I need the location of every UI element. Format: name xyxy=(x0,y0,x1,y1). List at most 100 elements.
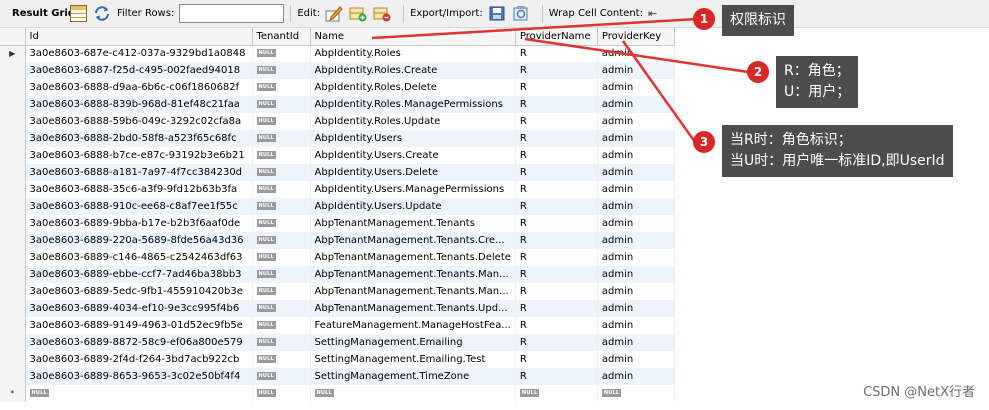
cell-id[interactable]: 3a0e8603-6888-35c6-a3f9-9fd12b63b3fa xyxy=(25,181,253,198)
row-indicator[interactable] xyxy=(0,96,26,113)
column-header-id[interactable]: Id xyxy=(25,28,253,46)
cell-id[interactable]: 3a0e8603-6889-8872-58c9-ef06a800e579 xyxy=(25,334,253,351)
table-row[interactable]: 3a0e8603-6889-9bba-b17e-b2b3f6aaf0de NULL… xyxy=(0,215,675,232)
cell-tenantid[interactable]: NULL xyxy=(252,45,311,62)
cell-tenantid[interactable]: NULL xyxy=(252,385,311,402)
cell-providername[interactable]: R xyxy=(515,96,598,113)
cell-providerkey[interactable]: admin xyxy=(597,198,675,215)
cell-providerkey[interactable]: admin xyxy=(597,334,675,351)
cell-providername[interactable]: R xyxy=(515,79,598,96)
cell-name[interactable]: AbpTenantManagement.Tenants xyxy=(310,215,516,232)
cell-providername[interactable]: NULL xyxy=(515,385,598,402)
cell-providerkey[interactable]: admin xyxy=(597,283,675,300)
cell-id[interactable]: 3a0e8603-6888-a181-7a97-4f7cc384230d xyxy=(25,164,253,181)
cell-tenantid[interactable]: NULL xyxy=(252,249,311,266)
cell-name[interactable]: AbpIdentity.Users xyxy=(310,130,516,147)
cell-tenantid[interactable]: NULL xyxy=(252,232,311,249)
column-header-tenantid[interactable]: TenantId xyxy=(252,28,311,46)
new-row[interactable]: * NULL NULL NULL NULL NULL xyxy=(0,385,675,402)
cell-name[interactable]: AbpIdentity.Users.Delete xyxy=(310,164,516,181)
cell-tenantid[interactable]: NULL xyxy=(252,113,311,130)
cell-name[interactable]: AbpIdentity.Roles.ManagePermissions xyxy=(310,96,516,113)
cell-providername[interactable]: R xyxy=(515,147,598,164)
wrap-icon[interactable]: ⇤ xyxy=(648,5,660,22)
row-indicator[interactable] xyxy=(0,266,26,283)
cell-name[interactable]: FeatureManagement.ManageHostFea... xyxy=(310,317,516,334)
result-grid-tab[interactable]: Result Grid xyxy=(0,8,75,19)
row-indicator[interactable] xyxy=(0,283,26,300)
cell-name[interactable]: AbpIdentity.Roles.Update xyxy=(310,113,516,130)
cell-providerkey[interactable]: admin xyxy=(597,181,675,198)
cell-tenantid[interactable]: NULL xyxy=(252,62,311,79)
cell-id[interactable]: 3a0e8603-6889-220a-5689-8fde56a43d36 xyxy=(25,232,253,249)
cell-providerkey[interactable]: admin xyxy=(597,130,675,147)
cell-tenantid[interactable]: NULL xyxy=(252,317,311,334)
add-row-icon[interactable] xyxy=(349,5,367,22)
cell-name[interactable]: AbpIdentity.Roles xyxy=(310,45,516,62)
delete-row-icon[interactable] xyxy=(373,5,391,22)
table-row[interactable]: 3a0e8603-6889-9149-4963-01d52ec9fb5e NULL… xyxy=(0,317,675,334)
row-indicator[interactable] xyxy=(0,232,26,249)
table-row[interactable]: 3a0e8603-6887-f25d-c495-002faed94018 NULL… xyxy=(0,62,675,79)
cell-name[interactable]: AbpIdentity.Users.Create xyxy=(310,147,516,164)
cell-name[interactable]: SettingManagement.TimeZone xyxy=(310,368,516,385)
column-header-name[interactable]: Name xyxy=(310,28,516,46)
cell-providername[interactable]: R xyxy=(515,113,598,130)
export-icon[interactable] xyxy=(488,5,506,22)
row-indicator[interactable] xyxy=(0,164,26,181)
cell-providerkey[interactable]: admin xyxy=(597,45,675,62)
cell-id[interactable]: 3a0e8603-6889-2f4d-f264-3bd7acb922cb xyxy=(25,351,253,368)
cell-providername[interactable]: R xyxy=(515,164,598,181)
cell-providerkey[interactable]: admin xyxy=(597,215,675,232)
cell-providername[interactable]: R xyxy=(515,300,598,317)
table-row[interactable]: 3a0e8603-6888-a181-7a97-4f7cc384230d NULL… xyxy=(0,164,675,181)
cell-id[interactable]: 3a0e8603-6889-4034-ef10-9e3cc995f4b6 xyxy=(25,300,253,317)
row-indicator[interactable] xyxy=(0,198,26,215)
table-row[interactable]: 3a0e8603-6888-b7ce-e87c-93192b3e6b21 NULL… xyxy=(0,147,675,164)
cell-providername[interactable]: R xyxy=(515,198,598,215)
cell-name[interactable]: AbpTenantManagement.Tenants.Upd... xyxy=(310,300,516,317)
cell-providerkey[interactable]: admin xyxy=(597,351,675,368)
cell-providername[interactable]: R xyxy=(515,62,598,79)
row-indicator[interactable] xyxy=(0,249,26,266)
cell-providerkey[interactable]: admin xyxy=(597,317,675,334)
cell-name[interactable]: AbpIdentity.Users.ManagePermissions xyxy=(310,181,516,198)
cell-providername[interactable]: R xyxy=(515,317,598,334)
cell-providername[interactable]: R xyxy=(515,334,598,351)
cell-providerkey[interactable]: admin xyxy=(597,164,675,181)
cell-id[interactable]: 3a0e8603-6888-910c-ee68-c8af7ee1f55c xyxy=(25,198,253,215)
table-row[interactable]: ▶ 3a0e8603-687e-c412-037a-9329bd1a0848 NUL… xyxy=(0,45,675,62)
table-row[interactable]: 3a0e8603-6888-59b6-049c-3292c02cfa8a NULL… xyxy=(0,113,675,130)
row-indicator[interactable] xyxy=(0,368,26,385)
cell-providername[interactable]: R xyxy=(515,266,598,283)
cell-tenantid[interactable]: NULL xyxy=(252,351,311,368)
cell-id[interactable]: 3a0e8603-6889-9bba-b17e-b2b3f6aaf0de xyxy=(25,215,253,232)
row-indicator[interactable] xyxy=(0,334,26,351)
table-row[interactable]: 3a0e8603-6888-d9aa-6b6c-c06f1860682f NULL… xyxy=(0,79,675,96)
grid-icon[interactable] xyxy=(70,5,87,22)
cell-tenantid[interactable]: NULL xyxy=(252,283,311,300)
row-indicator[interactable] xyxy=(0,79,26,96)
cell-name[interactable]: AbpTenantManagement.Tenants.Man... xyxy=(310,283,516,300)
cell-id[interactable]: 3a0e8603-6888-d9aa-6b6c-c06f1860682f xyxy=(25,79,253,96)
row-indicator[interactable] xyxy=(0,317,26,334)
table-row[interactable]: 3a0e8603-6888-910c-ee68-c8af7ee1f55c NULL… xyxy=(0,198,675,215)
cell-tenantid[interactable]: NULL xyxy=(252,300,311,317)
column-header-providername[interactable]: ProviderName xyxy=(515,28,598,46)
row-indicator[interactable] xyxy=(0,62,26,79)
row-indicator[interactable] xyxy=(0,300,26,317)
table-row[interactable]: 3a0e8603-6889-4034-ef10-9e3cc995f4b6 NULL… xyxy=(0,300,675,317)
table-row[interactable]: 3a0e8603-6889-220a-5689-8fde56a43d36 NULL… xyxy=(0,232,675,249)
cell-id[interactable]: NULL xyxy=(25,385,253,402)
table-row[interactable]: 3a0e8603-6889-8653-9653-3c02e50bf4f4 NULL… xyxy=(0,368,675,385)
cell-tenantid[interactable]: NULL xyxy=(252,368,311,385)
cell-tenantid[interactable]: NULL xyxy=(252,198,311,215)
cell-name[interactable]: AbpTenantManagement.Tenants.Delete xyxy=(310,249,516,266)
cell-providerkey[interactable]: admin xyxy=(597,62,675,79)
cell-name[interactable]: SettingManagement.Emailing xyxy=(310,334,516,351)
cell-providerkey[interactable]: admin xyxy=(597,147,675,164)
table-row[interactable]: 3a0e8603-6888-839b-968d-81ef48c21faa NULL… xyxy=(0,96,675,113)
cell-id[interactable]: 3a0e8603-6889-ebbe-ccf7-7ad46ba38bb3 xyxy=(25,266,253,283)
new-row-indicator[interactable]: * xyxy=(0,385,26,402)
cell-id[interactable]: 3a0e8603-6888-2bd0-58f8-a523f65c68fc xyxy=(25,130,253,147)
